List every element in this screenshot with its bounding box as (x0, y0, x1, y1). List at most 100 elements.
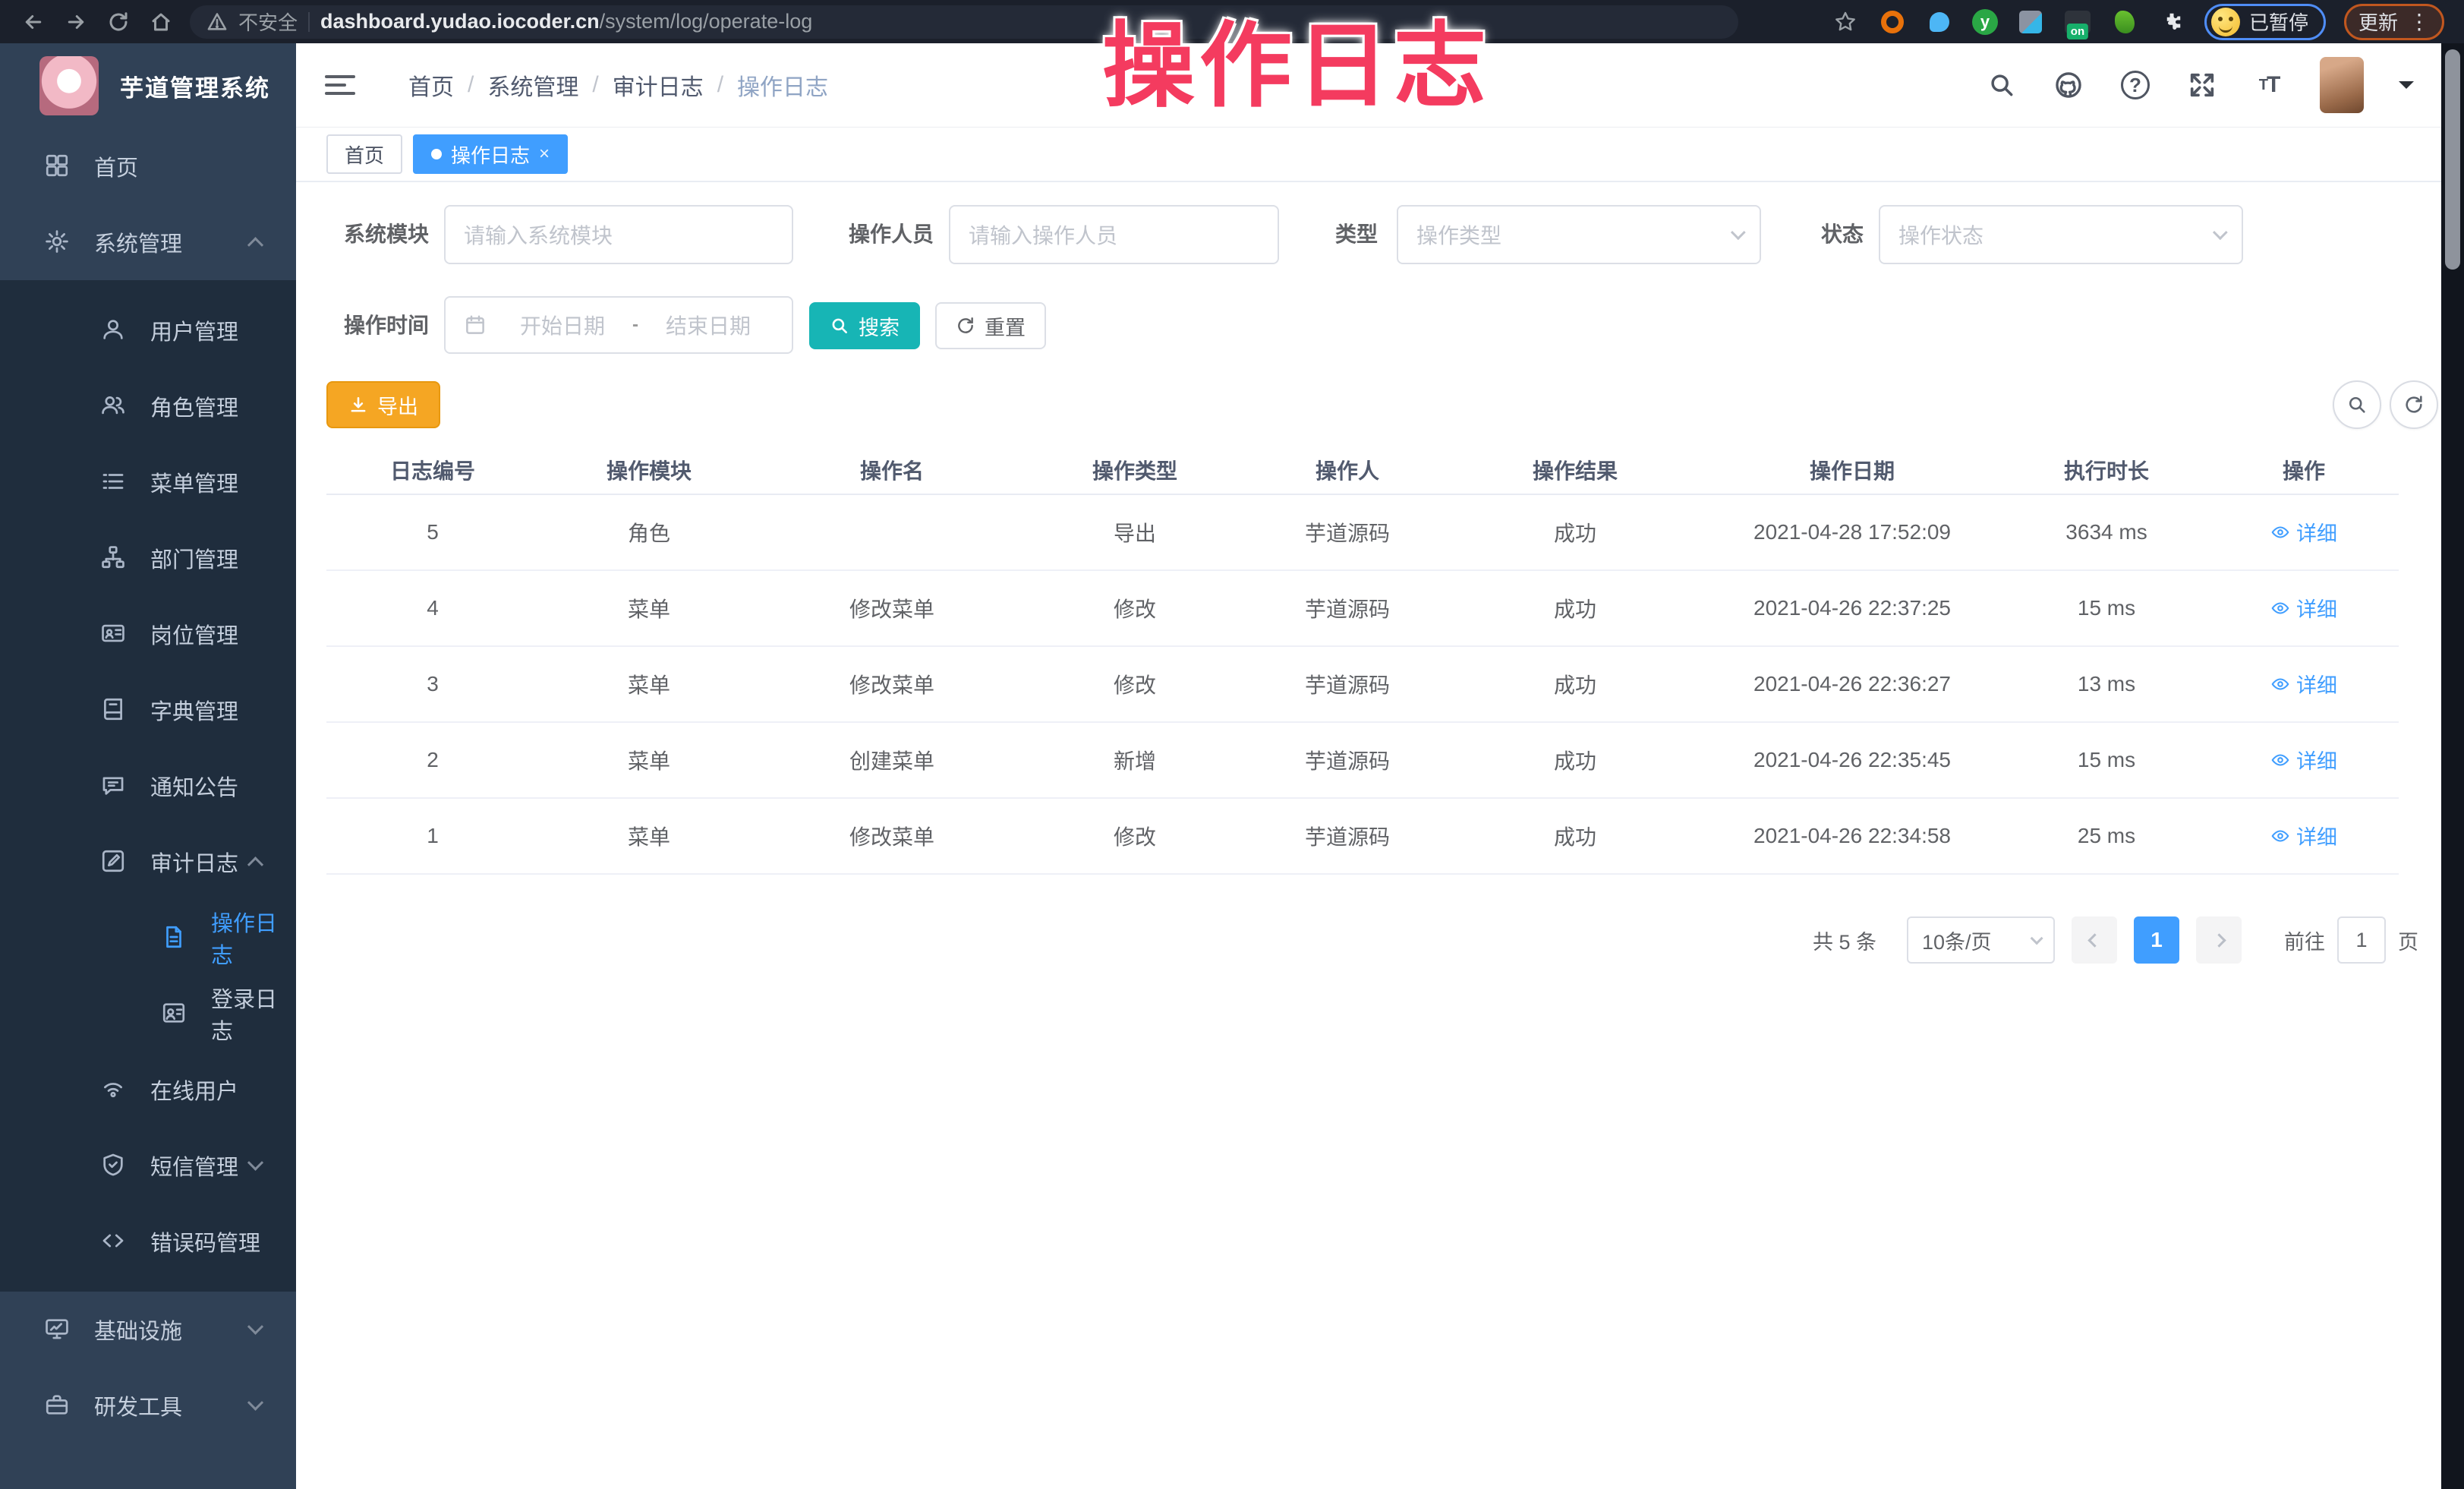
close-icon[interactable]: × (539, 144, 550, 165)
page-size-select[interactable]: 10条/页 (1907, 916, 2055, 964)
prev-page-button[interactable] (2072, 916, 2117, 964)
cell-duration: 3634 ms (2004, 520, 2209, 544)
status-select[interactable]: 操作状态 (1879, 205, 2243, 264)
column-header: 操作名 (759, 455, 1025, 485)
cell-type: 修改 (1025, 669, 1245, 699)
window-scrollbar[interactable] (2441, 43, 2464, 1489)
extensions-puzzle-icon[interactable] (2157, 8, 2186, 36)
browser-update-button[interactable]: 更新 ⋮ (2344, 4, 2444, 40)
detail-link[interactable]: 详细 (2270, 593, 2337, 623)
sidebar-item-online[interactable]: 在线用户 (0, 1052, 296, 1128)
profile-paused-badge[interactable]: 已暂停 (2204, 4, 2326, 40)
app-logo-block[interactable]: 芋道管理系统 (0, 43, 296, 128)
sidebar-item-home[interactable]: 首页 (0, 128, 296, 204)
status-label: 状态 (1757, 205, 1864, 264)
table-row[interactable]: 1菜单修改菜单修改芋道源码成功2021-04-26 22:34:5825 ms详… (326, 799, 2399, 875)
page-url[interactable]: dashboard.yudao.iocoder.cn/system/log/op… (320, 10, 812, 33)
sidebar-item-infra[interactable]: 基础设施 (0, 1292, 296, 1368)
sidebar-toggle-icon[interactable] (325, 75, 355, 95)
sidebar-item-label: 登录日志 (211, 982, 296, 1046)
chevron-right-icon (2212, 933, 2226, 947)
column-header: 执行时长 (2004, 455, 2209, 485)
detail-link[interactable]: 详细 (2270, 821, 2337, 850)
font-size-icon[interactable]: TT (2253, 69, 2285, 101)
sidebar-item-devtools[interactable]: 研发工具 (0, 1368, 296, 1443)
module-input[interactable]: 请输入系统模块 (444, 205, 793, 264)
cell-module: 菜单 (539, 669, 759, 699)
search-button[interactable]: 搜索 (809, 302, 920, 349)
sidebar-item-login-log[interactable]: 登录日志 (0, 976, 296, 1052)
browser-menu-icon[interactable]: ⋮ (2409, 11, 2430, 33)
extension-green-icon[interactable]: y (1972, 9, 1998, 35)
home-icon[interactable] (140, 5, 182, 39)
help-icon[interactable]: ? (2119, 69, 2151, 101)
table-row[interactable]: 2菜单创建菜单新增芋道源码成功2021-04-26 22:35:4515 ms详… (326, 723, 2399, 799)
cell-type: 修改 (1025, 593, 1245, 623)
scrollbar-thumb[interactable] (2445, 49, 2460, 270)
tab-首页[interactable]: 首页 (326, 134, 402, 174)
extension-leaf-icon[interactable] (2110, 8, 2139, 36)
forward-icon[interactable] (55, 5, 97, 39)
user-menu-caret-icon[interactable] (2399, 81, 2414, 96)
breadcrumb-item[interactable]: 操作日志 (737, 68, 828, 102)
breadcrumb-item[interactable]: 系统管理 (487, 68, 578, 102)
table-header-row: 日志编号操作模块操作名操作类型操作人操作结果操作日期执行时长操作 (326, 446, 2399, 495)
next-page-button[interactable] (2196, 916, 2242, 964)
chevron-down-icon (247, 1155, 263, 1171)
login-icon (161, 1000, 188, 1027)
reset-button[interactable]: 重置 (935, 302, 1046, 349)
extension-orange-icon[interactable] (1878, 8, 1907, 36)
sidebar-item-dept[interactable]: 部门管理 (0, 520, 296, 596)
sidebar-item-audit[interactable]: 审计日志 (0, 824, 296, 900)
sidebar-item-errcode[interactable]: 错误码管理 (0, 1204, 296, 1279)
extension-blue-icon[interactable] (1925, 8, 1954, 36)
table-row[interactable]: 3菜单修改菜单修改芋道源码成功2021-04-26 22:36:2713 ms详… (326, 647, 2399, 723)
address-bar[interactable]: 不安全 dashboard.yudao.iocoder.cn/system/lo… (190, 5, 1738, 39)
operator-input[interactable]: 请输入操作人员 (949, 205, 1279, 264)
reload-icon[interactable] (97, 5, 140, 39)
tab-操作日志[interactable]: 操作日志× (413, 134, 568, 174)
refresh-table-button[interactable] (2390, 380, 2438, 429)
detail-link[interactable]: 详细 (2270, 745, 2337, 774)
sidebar-item-notice[interactable]: 通知公告 (0, 748, 296, 824)
table-row[interactable]: 4菜单修改菜单修改芋道源码成功2021-04-26 22:37:2515 ms详… (326, 571, 2399, 647)
sidebar-item-operate-log[interactable]: 操作日志 (0, 900, 296, 976)
search-icon[interactable] (1986, 69, 2018, 101)
detail-link[interactable]: 详细 (2270, 669, 2337, 699)
fullscreen-icon[interactable] (2186, 69, 2218, 101)
bookmark-star-icon[interactable] (1831, 8, 1860, 36)
submenu-panel: 用户管理角色管理菜单管理部门管理岗位管理字典管理通知公告审计日志操作日志登录日志… (0, 280, 296, 1292)
cell-module: 菜单 (539, 745, 759, 775)
security-warning-icon (206, 11, 228, 33)
type-label: 类型 (1271, 205, 1378, 264)
table-row[interactable]: 5角色导出芋道源码成功2021-04-28 17:52:093634 ms详细 (326, 495, 2399, 571)
edit-icon (100, 848, 128, 875)
sidebar-item-role[interactable]: 角色管理 (0, 368, 296, 444)
cell-name: 创建菜单 (759, 745, 1025, 775)
sidebar-item-user[interactable]: 用户管理 (0, 292, 296, 368)
github-icon[interactable] (2053, 69, 2084, 101)
extension-duo-icon[interactable] (2016, 8, 2045, 36)
page-1-button[interactable]: 1 (2134, 916, 2179, 964)
breadcrumb-item[interactable]: 审计日志 (613, 68, 704, 102)
show-search-button[interactable] (2333, 380, 2381, 429)
chat-icon (100, 772, 128, 800)
sidebar-item-post[interactable]: 岗位管理 (0, 596, 296, 672)
sidebar-item-menu[interactable]: 菜单管理 (0, 444, 296, 520)
breadcrumb-item[interactable]: 首页 (408, 68, 454, 102)
back-icon[interactable] (12, 5, 55, 39)
goto-page-input[interactable]: 1 (2337, 916, 2386, 964)
sidebar-menu: 首页系统管理用户管理角色管理菜单管理部门管理岗位管理字典管理通知公告审计日志操作… (0, 128, 296, 1443)
sidebar-item-sms[interactable]: 短信管理 (0, 1128, 296, 1204)
type-select[interactable]: 操作类型 (1397, 205, 1761, 264)
export-button[interactable]: 导出 (326, 381, 440, 428)
user-avatar[interactable] (2320, 57, 2364, 113)
sidebar-item-dict[interactable]: 字典管理 (0, 672, 296, 748)
sidebar-item-system[interactable]: 系统管理 (0, 204, 296, 280)
cell-name: 修改菜单 (759, 821, 1025, 851)
security-label[interactable]: 不安全 (238, 8, 298, 36)
browser-actions: y on 已暂停 更新 ⋮ (1831, 4, 2452, 40)
date-range-picker[interactable]: 开始日期 - 结束日期 (444, 296, 793, 354)
extension-switch-icon[interactable]: on (2063, 8, 2092, 36)
detail-link[interactable]: 详细 (2270, 517, 2337, 547)
